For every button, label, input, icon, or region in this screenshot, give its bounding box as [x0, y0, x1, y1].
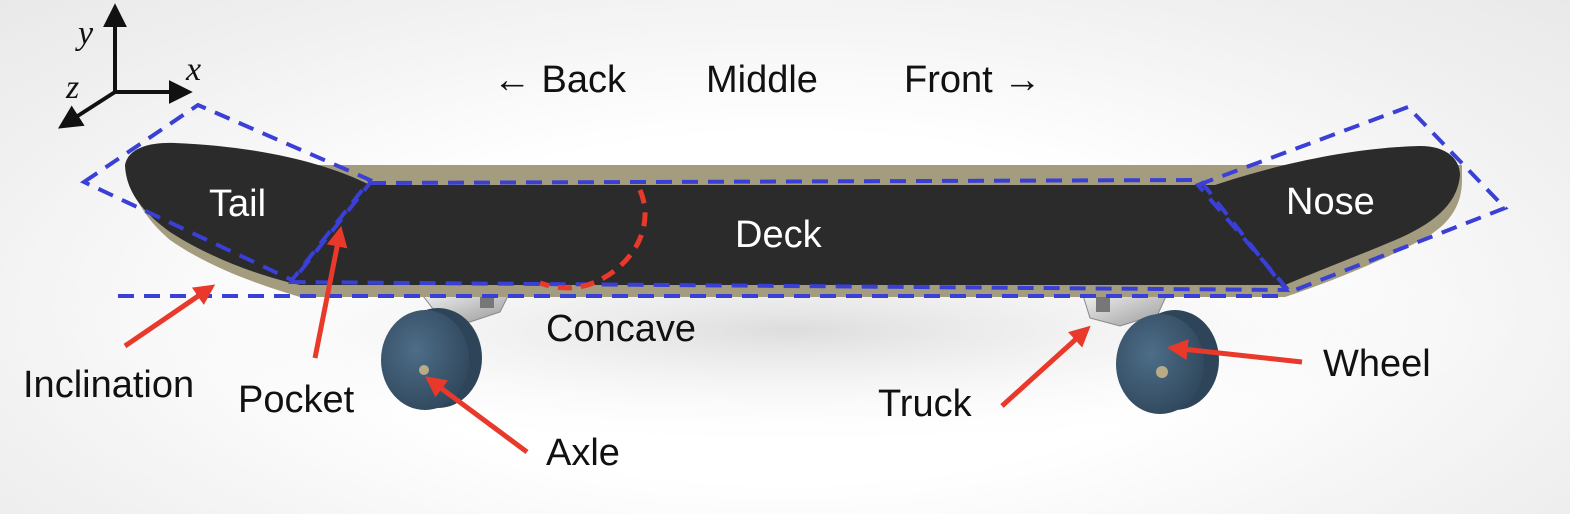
axis-x-label: x [185, 51, 201, 88]
direction-front: Front → [904, 59, 1041, 101]
wheel-back [381, 308, 482, 410]
pocket-label: Pocket [238, 379, 355, 421]
deck-label: Deck [735, 214, 823, 256]
nose-label: Nose [1286, 181, 1375, 223]
coordinate-axes: y x z [57, 3, 201, 129]
direction-back: ← Back [493, 59, 627, 101]
inclination-label: Inclination [23, 364, 194, 406]
wheel-label: Wheel [1323, 343, 1431, 385]
concave-label: Concave [546, 308, 696, 350]
direction-middle: Middle [706, 59, 818, 101]
tail-label: Tail [209, 183, 266, 225]
axis-z-label: z [65, 69, 79, 106]
axis-y-label: y [75, 15, 94, 52]
skateboard-diagram: y x z ← Back Middle Front → Tail Deck No… [23, 3, 1550, 474]
axle-label: Axle [546, 432, 620, 474]
diagram-stage: y x z ← Back Middle Front → Tail Deck No… [0, 0, 1570, 514]
axle-cap-back [419, 365, 429, 375]
axle-cap-front [1156, 366, 1168, 378]
truck-label: Truck [878, 383, 973, 425]
